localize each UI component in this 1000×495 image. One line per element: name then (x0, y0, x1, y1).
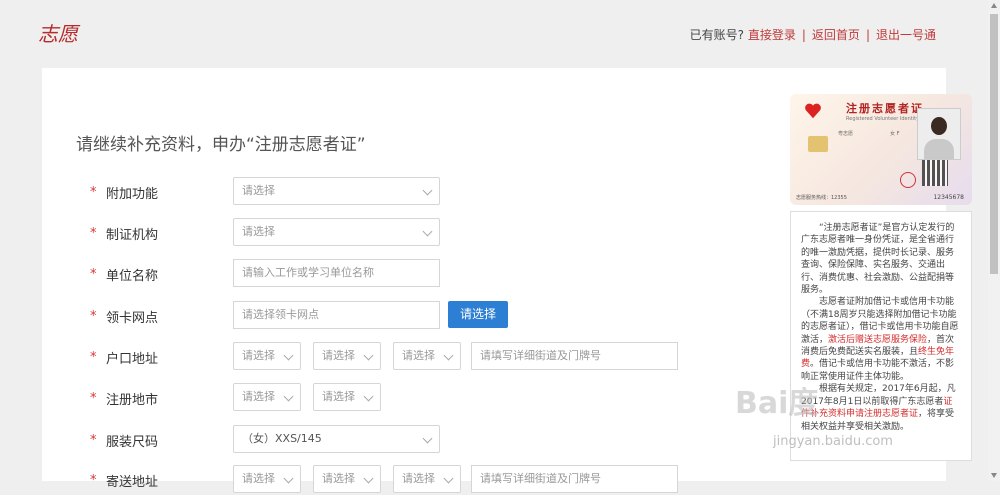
form-row-register-city: * 注册地市 请选择 请选择 (42, 383, 802, 413)
required-mark: * (90, 391, 97, 406)
divider: | (801, 28, 806, 42)
chevron-down-icon (363, 391, 374, 402)
site-logo[interactable]: 志愿 (38, 18, 78, 47)
required-mark: * (90, 309, 97, 324)
mail-district-select[interactable]: 请选择 (393, 465, 461, 493)
required-mark: * (90, 185, 97, 200)
chevron-down-icon (283, 350, 294, 361)
field-label: 附加功能 (106, 187, 159, 202)
chevron-down-icon (283, 391, 294, 402)
required-mark: * (90, 267, 97, 282)
card-gender: 女 F (890, 131, 900, 137)
field-label: 单位名称 (106, 269, 159, 284)
form-row-pickup: * 领卡网点 请选择领卡网点 请选择 (42, 301, 802, 331)
form-row-organization: * 单位名称 请输入工作或学习单位名称 (42, 259, 802, 289)
issuer-select[interactable]: 请选择 (233, 218, 440, 246)
city-select[interactable]: 请选择 (313, 342, 381, 370)
qr-code-icon (922, 160, 948, 186)
chevron-down-icon (422, 433, 433, 444)
form-row-addon: * 附加功能 请选择 (42, 177, 802, 207)
pickup-point-input[interactable]: 请选择领卡网点 (233, 301, 440, 329)
district-select[interactable]: 请选择 (393, 342, 461, 370)
watermark-url: jingyan.baidu.com (773, 434, 893, 449)
field-label: 服装尺码 (106, 435, 159, 450)
scroll-up-icon[interactable] (991, 3, 997, 8)
form-row-household: * 户口地址 请选择 请选择 请选择 请填写详细街道及门牌号 (42, 342, 802, 372)
field-label: 领卡网点 (106, 311, 159, 326)
mail-city-select[interactable]: 请选择 (313, 465, 381, 493)
mail-province-select[interactable]: 请选择 (233, 465, 301, 493)
page-title: 请继续补充资料，申办“注册志愿者证” (76, 135, 366, 155)
field-label: 注册地市 (106, 393, 159, 408)
addon-select[interactable]: 请选择 (233, 177, 440, 205)
card-number: 12345678 (933, 194, 964, 201)
chevron-down-icon (283, 473, 294, 484)
heart-icon (805, 103, 821, 119)
home-link[interactable]: 返回首页 (812, 28, 860, 42)
street-address-input[interactable]: 请填写详细街道及门牌号 (471, 342, 678, 370)
required-mark: * (90, 350, 97, 365)
card-hotline: 志愿服务热线：12355 (796, 195, 847, 201)
chevron-down-icon (443, 350, 454, 361)
form-row-issuer: * 制证机构 请选择 (42, 218, 802, 248)
card-title: 注册志愿者证 (846, 102, 924, 115)
mail-street-input[interactable]: 请填写详细街道及门牌号 (471, 465, 678, 493)
divider: | (865, 28, 870, 42)
chevron-down-icon (443, 473, 454, 484)
form-row-size: * 服装尺码 （女）XXS/145 (42, 425, 802, 455)
choose-pickup-button[interactable]: 请选择 (448, 301, 508, 328)
account-prompt: 已有账号? (689, 28, 745, 42)
logout-link[interactable]: 退出一号通 (876, 28, 936, 42)
scrollbar[interactable] (988, 0, 1000, 481)
portrait-photo (917, 108, 961, 160)
required-mark: * (90, 433, 97, 448)
chevron-down-icon (422, 226, 433, 237)
register-city-select[interactable]: 请选择 (313, 383, 381, 411)
scroll-down-icon[interactable] (991, 473, 997, 478)
scrollbar-thumb[interactable] (990, 14, 998, 274)
chevron-down-icon (422, 185, 433, 196)
description-paragraph: 根据有关规定，2017年6月起，凡2017年8月1日以前取得广东志愿者证件补充资… (801, 384, 956, 432)
description-paragraph: 志愿者证附加借记卡或信用卡功能（不满18周岁只能选择附加借记卡功能的志愿者证），… (801, 297, 959, 382)
field-label: 户口地址 (106, 352, 159, 367)
register-province-select[interactable]: 请选择 (233, 383, 301, 411)
volunteer-card-preview: 注册志愿者证 Registered Volunteer Identity Car… (790, 94, 972, 205)
login-link[interactable]: 直接登录 (748, 28, 796, 42)
chevron-down-icon (363, 350, 374, 361)
required-mark: * (90, 226, 97, 241)
chip-icon (808, 136, 828, 152)
top-links: 已有账号? 直接登录 | 返回首页 | 退出一号通 (690, 26, 936, 43)
card-description: “注册志愿者证”是官方认定发行的广东志愿者唯一身份凭证，是全省通行的唯一激励凭据… (790, 211, 972, 461)
form-row-mailing: * 寄送地址 请选择 请选择 请选择 请填写详细街道及门牌号 (42, 465, 802, 495)
stamp-icon (900, 172, 916, 188)
description-paragraph: “注册志愿者证”是官方认定发行的广东志愿者唯一身份凭证，是全省通行的唯一激励凭据… (801, 223, 955, 296)
chevron-down-icon (363, 473, 374, 484)
organization-input[interactable]: 请输入工作或学习单位名称 (233, 259, 440, 287)
watermark: Bai度 (735, 386, 819, 421)
province-select[interactable]: 请选择 (233, 342, 301, 370)
size-select[interactable]: （女）XXS/145 (233, 425, 440, 453)
card-name: 粤志愿 (838, 131, 854, 137)
field-label: 制证机构 (106, 228, 159, 243)
top-bar: 志愿 已有账号? 直接登录 | 返回首页 | 退出一号通 (0, 0, 988, 68)
